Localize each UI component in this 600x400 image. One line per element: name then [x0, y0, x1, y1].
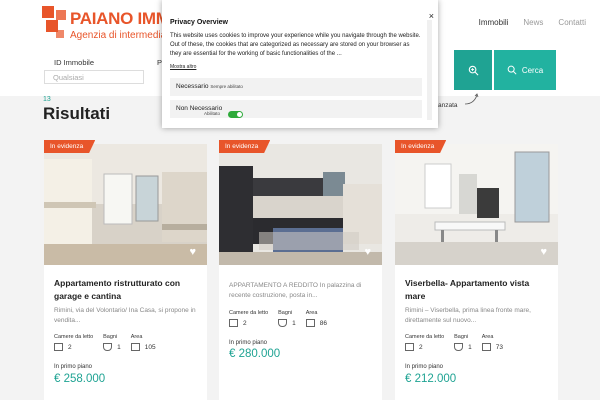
results-count: 13: [43, 96, 51, 103]
privacy-text: This website uses cookies to improve you…: [170, 33, 421, 57]
card-description: Rimini – Viserbella, prima linea fronte …: [405, 307, 531, 324]
bed-icon: [229, 319, 238, 327]
cerca-button[interactable]: Cerca: [494, 50, 556, 90]
floor-label: In primo piano: [54, 364, 93, 370]
shower-icon: [454, 343, 464, 351]
bathrooms-label: Bagni: [454, 334, 469, 340]
id-immobile-input[interactable]: Qualsiasi: [44, 70, 144, 84]
cerca-label: Cerca: [521, 65, 544, 75]
bedrooms-label: Camere da letto: [54, 334, 94, 340]
privacy-title: Privacy Overview: [170, 19, 228, 26]
card-title[interactable]: Appartamento ristrutturato con garage e …: [54, 277, 199, 303]
bedrooms-label: Camere da letto: [405, 334, 445, 340]
floor-label: In primo piano: [405, 364, 444, 370]
enabled-label: Abilitato: [204, 111, 221, 116]
bed-icon: [405, 343, 414, 351]
bathrooms-value: 1: [468, 343, 472, 351]
map-search-button[interactable]: [454, 50, 492, 90]
area-icon: [481, 343, 491, 351]
property-photo[interactable]: ♥: [395, 144, 558, 265]
agency-logo[interactable]: PAIANO IMMOBILIARE Agenzia di intermedia…: [42, 6, 249, 44]
search-icon: [507, 65, 517, 75]
curved-arrow-icon: [464, 93, 479, 105]
bathrooms-label: Bagni: [278, 310, 293, 316]
price: € 212.000: [405, 373, 457, 385]
bathrooms-value: 1: [117, 343, 121, 351]
area-icon: [130, 343, 140, 351]
main-nav: Immobili News Contatti: [479, 18, 586, 27]
area-icon: [305, 319, 315, 327]
property-photo[interactable]: ♥: [44, 144, 207, 265]
zoom-in-icon: [468, 65, 478, 75]
nav-item-immobili[interactable]: Immobili: [479, 18, 509, 27]
dialog-scrollbar[interactable]: [427, 20, 432, 120]
favorite-heart-icon[interactable]: ♥: [189, 246, 196, 258]
price: € 280.000: [229, 348, 281, 360]
card-description: Rimini, via del Volontario/ Ina Casa, si…: [54, 307, 196, 324]
always-enabled-label: Sempre abilitato: [210, 84, 243, 89]
nav-item-news[interactable]: News: [523, 18, 543, 27]
nav-item-contatti[interactable]: Contatti: [558, 18, 586, 27]
area-label: Area: [305, 310, 318, 316]
shower-icon: [103, 343, 113, 351]
advanced-search-link[interactable]: anzata: [438, 102, 458, 109]
property-card[interactable]: ♥ In evidenza Appartamento ristrutturato…: [44, 140, 207, 400]
cookie-category-necessary[interactable]: Necessario Sempre abilitato: [170, 78, 422, 96]
property-card[interactable]: ♥ In evidenza Viserbella- Appartamento v…: [395, 140, 558, 400]
area-value: 73: [495, 343, 503, 351]
bedrooms-value: 2: [419, 343, 423, 351]
bedrooms-label: Camere da letto: [229, 310, 269, 316]
bed-icon: [54, 343, 63, 351]
id-immobile-label: ID Immobile: [54, 58, 95, 67]
featured-badge: In evidenza: [395, 140, 447, 153]
privacy-overview-dialog: Privacy Overview × This website uses coo…: [162, 0, 438, 128]
property-features: Camere da letto 2 Bagni 1 Area 86: [229, 310, 327, 327]
area-label: Area: [481, 334, 494, 340]
property-features: Camere da letto 2 Bagni 1 Area 73: [405, 334, 503, 351]
category-necessary-label: Necessario: [176, 83, 209, 90]
show-more-link[interactable]: Mostra altro: [170, 64, 196, 70]
cookie-category-non-necessary[interactable]: Non Necessario Abilitato: [170, 100, 422, 118]
favorite-heart-icon[interactable]: ♥: [364, 246, 371, 258]
price: € 258.000: [54, 373, 106, 385]
area-value: 105: [144, 343, 156, 351]
property-features: Camere da letto 2 Bagni 1 Area 105: [54, 334, 156, 351]
floor-label: In primo piano: [229, 340, 268, 346]
shower-icon: [278, 319, 288, 327]
featured-badge: In evidenza: [219, 140, 271, 153]
bathrooms-label: Bagni: [103, 334, 118, 340]
property-card[interactable]: ♥ In evidenza APPARTAMENTO A REDDITO In …: [219, 140, 382, 400]
cookie-toggle[interactable]: [228, 111, 243, 118]
logo-mark-icon: [42, 6, 68, 44]
page-title: Risultati: [43, 104, 111, 123]
favorite-heart-icon[interactable]: ♥: [540, 246, 547, 258]
bedrooms-value: 2: [243, 319, 247, 327]
bedrooms-value: 2: [68, 343, 72, 351]
featured-badge: In evidenza: [44, 140, 96, 153]
property-photo[interactable]: ♥: [219, 144, 382, 265]
bathrooms-value: 1: [292, 319, 296, 327]
card-description: APPARTAMENTO A REDDITO In palazzina di r…: [229, 282, 362, 299]
area-label: Area: [130, 334, 143, 340]
area-value: 86: [319, 319, 327, 327]
card-title[interactable]: Viserbella- Appartamento vista mare: [405, 277, 550, 303]
